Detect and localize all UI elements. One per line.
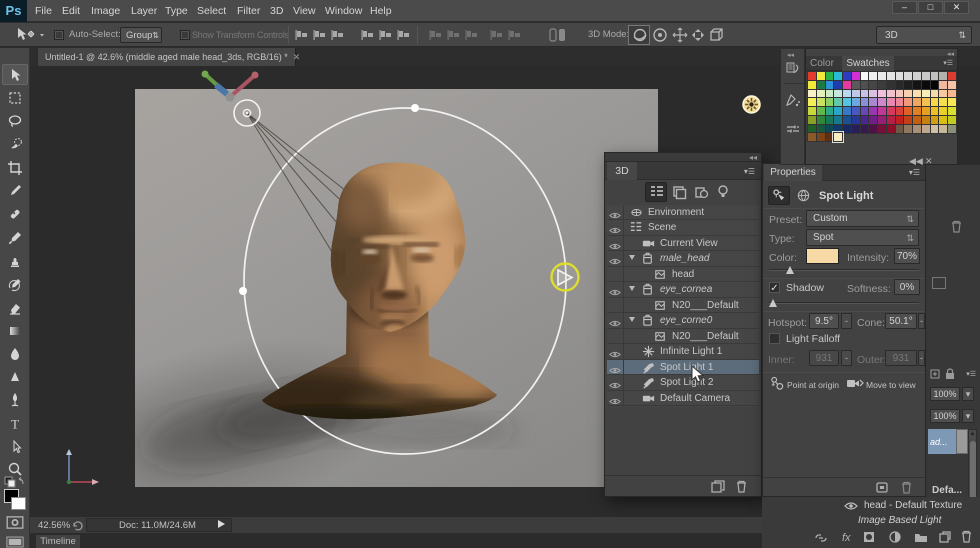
svg-text:fx: fx [842, 532, 851, 544]
svg-text:T: T [11, 417, 19, 432]
